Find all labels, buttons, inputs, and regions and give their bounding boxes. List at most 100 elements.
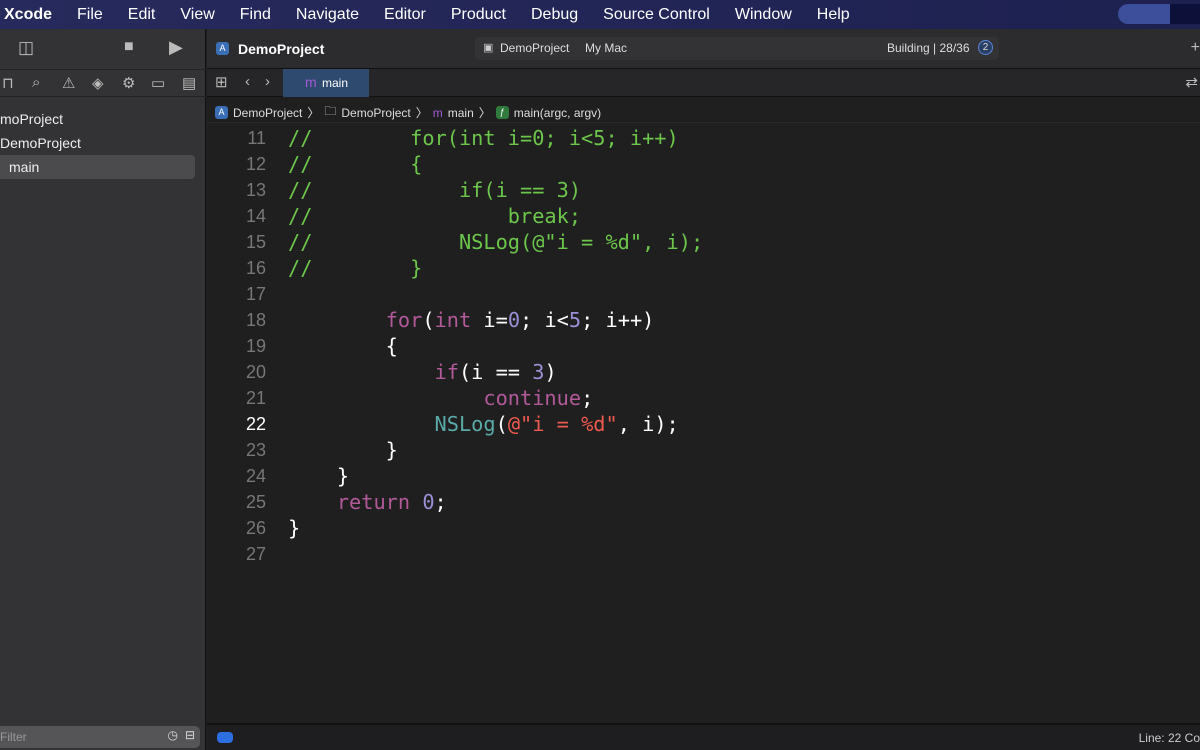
code-token: NSLog <box>434 412 496 436</box>
code-token: 0 <box>507 308 521 332</box>
warning-icon[interactable]: ⚠ <box>62 74 75 92</box>
code-text: // if(i == 3) <box>288 177 581 203</box>
menu-navigate[interactable]: Navigate <box>296 6 359 24</box>
line-number[interactable]: 19 <box>207 333 266 359</box>
nav-item-group[interactable]: DemoProject <box>0 135 81 151</box>
navigator-tabs: ⊓ ⌕ ⚠ ◈ ⚙ ▭ ▤ <box>0 69 206 97</box>
code-text: if(i == 3) <box>288 359 557 385</box>
line-number[interactable]: 18 <box>207 307 266 333</box>
line-number[interactable]: 17 <box>207 281 266 307</box>
test-icon[interactable]: ◈ <box>92 74 104 92</box>
line-number[interactable]: 20 <box>207 359 266 385</box>
line-number[interactable]: 27 <box>207 541 266 567</box>
menu-find[interactable]: Find <box>240 6 271 24</box>
code-text: return 0; <box>288 489 447 515</box>
debug-icon[interactable]: ⚙ <box>122 74 135 92</box>
code-token: // NSLog(@"i = %d", i); <box>288 230 704 254</box>
status-bar: Line: 22 Co <box>207 723 1200 750</box>
code-text: // NSLog(@"i = %d", i); <box>288 229 703 255</box>
menu-file[interactable]: File <box>77 6 103 24</box>
line-number[interactable]: 14 <box>207 203 266 229</box>
back-icon[interactable]: ‹ <box>245 73 250 90</box>
menu-product[interactable]: Product <box>451 6 506 24</box>
menu-view[interactable]: View <box>180 6 214 24</box>
tab-label: main <box>322 76 349 90</box>
code-token: (i == <box>458 360 533 384</box>
code-token: for <box>385 308 423 332</box>
tab-main[interactable]: m main <box>283 69 369 97</box>
objc-file-icon: m <box>305 74 317 90</box>
crumb-function[interactable]: main(argc, argv) <box>514 106 601 120</box>
line-number[interactable]: 23 <box>207 437 266 463</box>
add-icon[interactable]: + <box>1191 39 1200 57</box>
code-token: 3 <box>532 360 545 384</box>
code-text: // } <box>288 255 422 281</box>
menu-help[interactable]: Help <box>817 6 850 24</box>
function-icon: ƒ <box>495 106 509 119</box>
line-number[interactable]: 11 <box>207 125 266 151</box>
crumb-project[interactable]: DemoProject <box>233 106 302 120</box>
breakpoint-icon[interactable]: ▭ <box>151 74 165 92</box>
sidebar-toggle-icon[interactable]: ◫ <box>18 38 34 58</box>
project-icon: A <box>215 106 228 119</box>
hierarchy-icon[interactable]: ⊓ <box>2 74 14 92</box>
line-number[interactable]: 21 <box>207 385 266 411</box>
recent-icon[interactable]: ◷ <box>168 728 178 742</box>
code-token: ; i++) <box>581 308 655 332</box>
code-token: { <box>288 334 398 358</box>
menu-edit[interactable]: Edit <box>128 6 156 24</box>
filter-input[interactable]: Filter ◷ ⊟ <box>0 726 200 748</box>
grid-icon[interactable]: ⊞ <box>215 73 228 91</box>
code-text: } <box>288 437 398 463</box>
nav-item-project[interactable]: moProject <box>0 111 63 127</box>
run-icon[interactable]: ▶ <box>169 37 183 58</box>
code-text: for(int i=0; i<5; i++) <box>288 307 655 333</box>
cursor-position: Line: 22 Co <box>1138 731 1200 745</box>
code-token: continue <box>483 386 582 410</box>
code-token: ( <box>422 308 435 332</box>
code-token: ; <box>434 490 447 514</box>
menu-source-control[interactable]: Source Control <box>603 6 710 24</box>
code-token: ; <box>581 386 594 410</box>
build-status: Building | 28/36 <box>887 41 970 55</box>
stop-icon[interactable]: ■ <box>124 38 134 56</box>
code-text: } <box>288 515 300 541</box>
code-token: } <box>288 464 350 488</box>
code-token: } <box>288 516 301 540</box>
swap-icon[interactable]: ⇄ <box>1185 73 1198 91</box>
line-number[interactable]: 25 <box>207 489 266 515</box>
code-token: // { <box>288 152 423 176</box>
line-number[interactable]: 12 <box>207 151 266 177</box>
menu-window[interactable]: Window <box>735 6 792 24</box>
line-number[interactable]: 24 <box>207 463 266 489</box>
line-number[interactable]: 22 <box>207 411 266 437</box>
search-icon[interactable]: ⌕ <box>32 74 40 91</box>
line-number[interactable]: 26 <box>207 515 266 541</box>
menu-app[interactable]: Xcode <box>4 6 52 24</box>
debug-area-toggle[interactable] <box>217 732 233 743</box>
menu-debug[interactable]: Debug <box>531 6 578 24</box>
crumb-file[interactable]: main <box>448 106 474 120</box>
activity-view[interactable]: ▣ DemoProject My Mac Building | 28/36 2 <box>475 37 999 60</box>
code-token: ) <box>544 360 557 384</box>
menu-editor[interactable]: Editor <box>384 6 426 24</box>
scm-filter-icon[interactable]: ⊟ <box>185 728 195 742</box>
line-number[interactable]: 16 <box>207 255 266 281</box>
scheme-selector[interactable]: DemoProject <box>500 41 569 55</box>
line-number[interactable]: 13 <box>207 177 266 203</box>
destination-selector[interactable]: My Mac <box>585 41 627 55</box>
issue-count-badge[interactable]: 2 <box>978 40 993 55</box>
code-token: @"i = %d" <box>507 412 618 436</box>
line-number[interactable]: 15 <box>207 229 266 255</box>
terminal-icon: ▣ <box>483 42 494 54</box>
report-icon[interactable]: ▤ <box>182 74 196 92</box>
nav-item-main[interactable]: main <box>9 159 39 175</box>
code-token: // for(int i=0; i<5; i++) <box>288 126 679 150</box>
code-text: // for(int i=0; i<5; i++) <box>288 125 679 151</box>
crumb-group[interactable]: DemoProject <box>341 106 410 120</box>
forward-icon[interactable]: › <box>265 73 270 90</box>
